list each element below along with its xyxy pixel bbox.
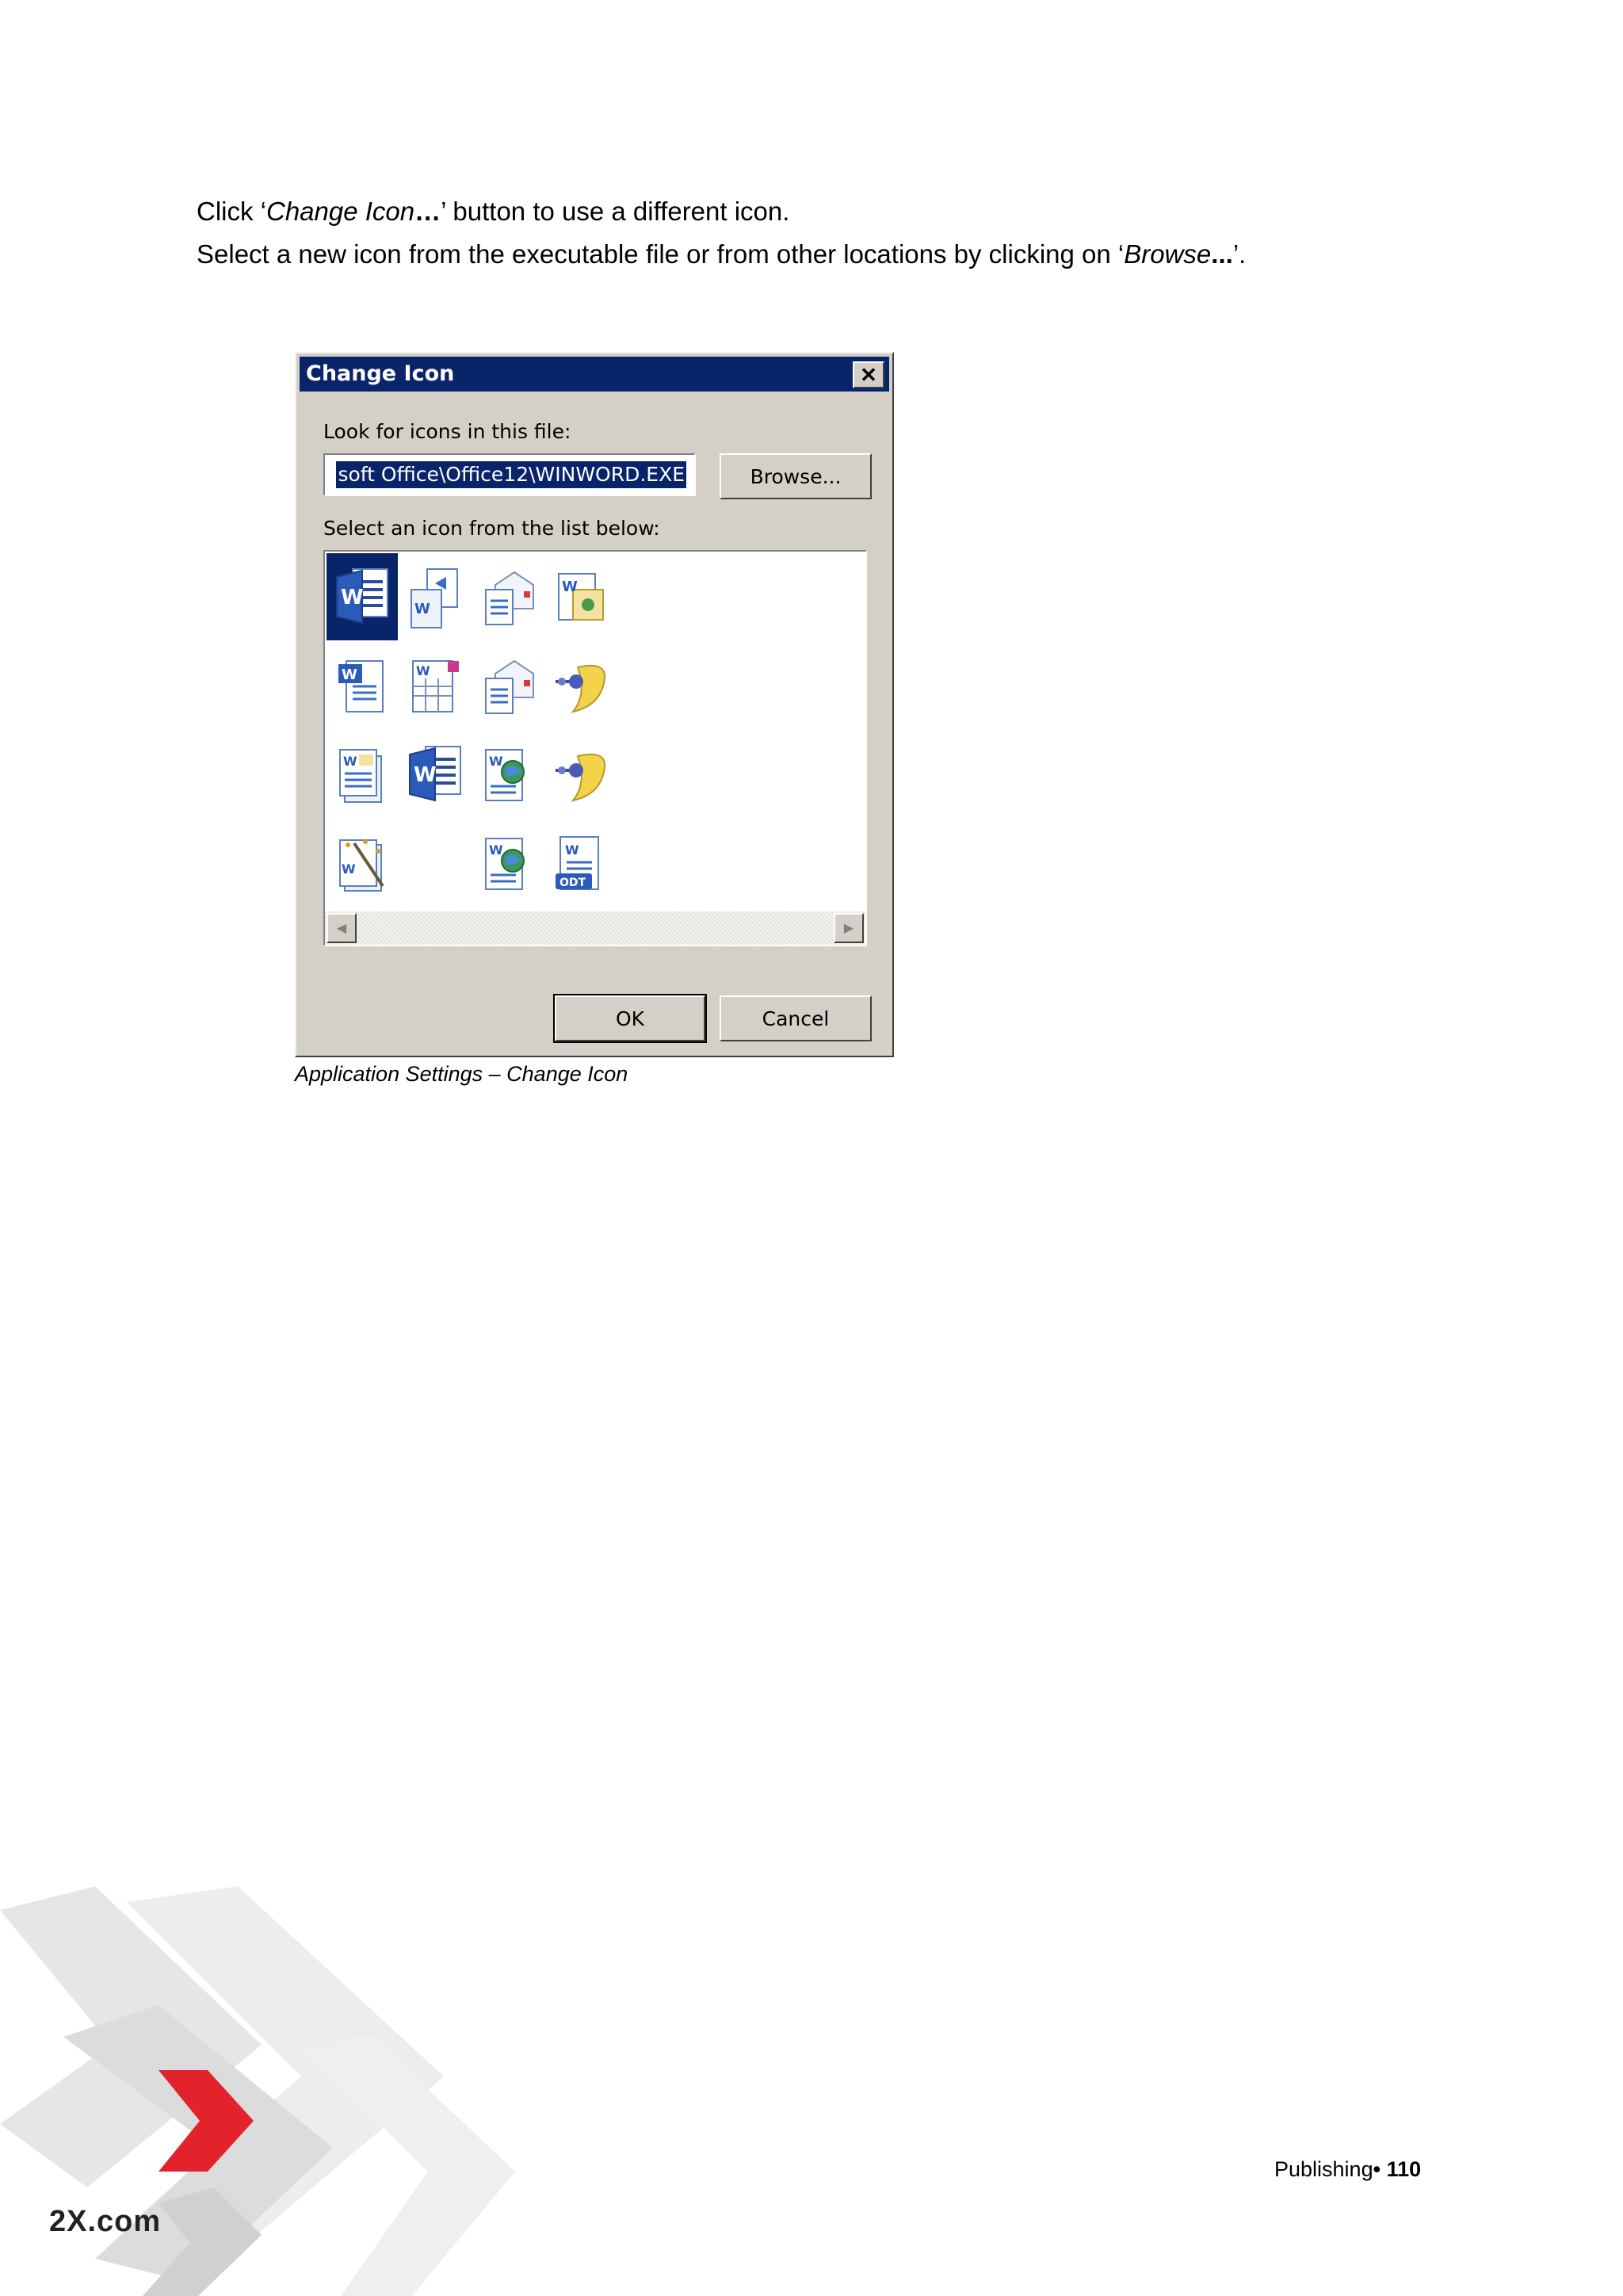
dialog-titlebar[interactable]: Change Icon ✕ <box>300 357 889 392</box>
browse-label: Browse... <box>750 464 842 488</box>
scroll-left-button[interactable]: ◀ <box>327 913 357 943</box>
select-icon-label: Select an icon from the list below: <box>323 517 660 540</box>
icon-option-word-doc[interactable]: W <box>327 642 398 729</box>
instruction-line-1: Click ‘Change Icon…’ button to use a dif… <box>197 197 790 226</box>
figure-caption: Application Settings – Change Icon <box>295 1062 628 1086</box>
svg-text:W: W <box>565 842 579 858</box>
word-doc-icon: W <box>338 660 384 712</box>
icon-option-word-app[interactable]: W <box>327 553 398 640</box>
icon-option-word-convert[interactable]: W <box>399 553 471 640</box>
icon-option-word-odt[interactable]: ODT W <box>545 819 617 907</box>
icon-option-word-app-2[interactable]: W <box>399 731 471 818</box>
change-icon-dialog: Change Icon ✕ Look for icons in this fil… <box>295 352 894 1057</box>
word-mail-icon <box>485 571 534 625</box>
icon-option-word-mail-2[interactable] <box>472 642 544 729</box>
word-web-icon: W <box>485 838 525 890</box>
word-wizard-icon: W <box>339 839 384 892</box>
word-backup-icon: W <box>339 749 382 803</box>
svg-text:W: W <box>341 586 364 609</box>
logo-wordmark: 2X.com <box>49 2205 162 2238</box>
word-odt-icon: ODT W <box>556 836 599 890</box>
svg-text:W: W <box>489 842 503 858</box>
dialog-title: Change Icon <box>306 361 455 386</box>
word-table-icon: W <box>412 660 459 712</box>
svg-text:W: W <box>562 579 578 595</box>
file-path-value: soft Office\Office12\WINWORD.EXE <box>336 461 686 488</box>
footer-section: Publishing <box>1274 2157 1373 2181</box>
browse-button[interactable]: Browse... <box>720 453 872 499</box>
ok-label: OK <box>615 1007 645 1030</box>
pushpin-note-icon <box>556 664 606 713</box>
svg-text:W: W <box>414 763 437 787</box>
word-template-icon: W <box>558 573 604 621</box>
icon-option-word-wizard[interactable]: W <box>327 819 398 907</box>
icon-option-word-backup[interactable]: W <box>327 731 398 818</box>
word-web-icon: W <box>485 749 525 801</box>
word-convert-icon: W <box>411 568 458 628</box>
svg-text:W: W <box>342 667 357 683</box>
word-mail-icon <box>485 659 534 714</box>
svg-text:W: W <box>342 861 356 877</box>
scroll-right-button[interactable]: ▶ <box>834 913 864 943</box>
icon-option-word-web[interactable]: W <box>472 731 544 818</box>
icon-option-word-template[interactable]: W <box>545 553 617 640</box>
page-number: 110 <box>1386 2157 1422 2181</box>
svg-text:W: W <box>416 663 430 678</box>
page-footer: Publishing• 110 <box>1274 2157 1421 2182</box>
word-app-icon: W <box>336 568 388 625</box>
footer-bullet: • <box>1373 2157 1387 2181</box>
icon-list[interactable]: W W W W W W W W W W ODT W ◀ ▶ <box>323 550 867 946</box>
close-button[interactable]: ✕ <box>853 361 884 388</box>
close-icon: ✕ <box>860 362 877 387</box>
icon-option-pushpin-note[interactable] <box>545 642 617 729</box>
ok-button[interactable]: OK <box>553 994 707 1043</box>
svg-text:W: W <box>414 601 430 617</box>
look-for-label: Look for icons in this file: <box>323 420 571 443</box>
horizontal-scrollbar[interactable]: ◀ ▶ <box>325 911 865 945</box>
file-path-input[interactable]: soft Office\Office12\WINWORD.EXE <box>323 453 696 496</box>
icon-option-word-web-2[interactable]: W <box>472 819 544 907</box>
icon-option-pushpin-note-2[interactable] <box>545 731 617 818</box>
icon-option-word-table[interactable]: W <box>399 642 471 729</box>
svg-text:W: W <box>343 754 357 769</box>
svg-text:ODT: ODT <box>559 877 586 889</box>
svg-text:W: W <box>489 754 503 769</box>
word-app-icon: W <box>409 746 461 802</box>
pushpin-note-icon <box>556 753 606 802</box>
instruction-line-2: Select a new icon from the executable fi… <box>197 239 1247 269</box>
arrow-right-icon: ▶ <box>843 922 854 935</box>
cancel-label: Cancel <box>762 1007 830 1030</box>
arrow-left-icon: ◀ <box>336 922 347 935</box>
cancel-button[interactable]: Cancel <box>720 995 872 1041</box>
icon-option-word-mail[interactable] <box>472 553 544 640</box>
